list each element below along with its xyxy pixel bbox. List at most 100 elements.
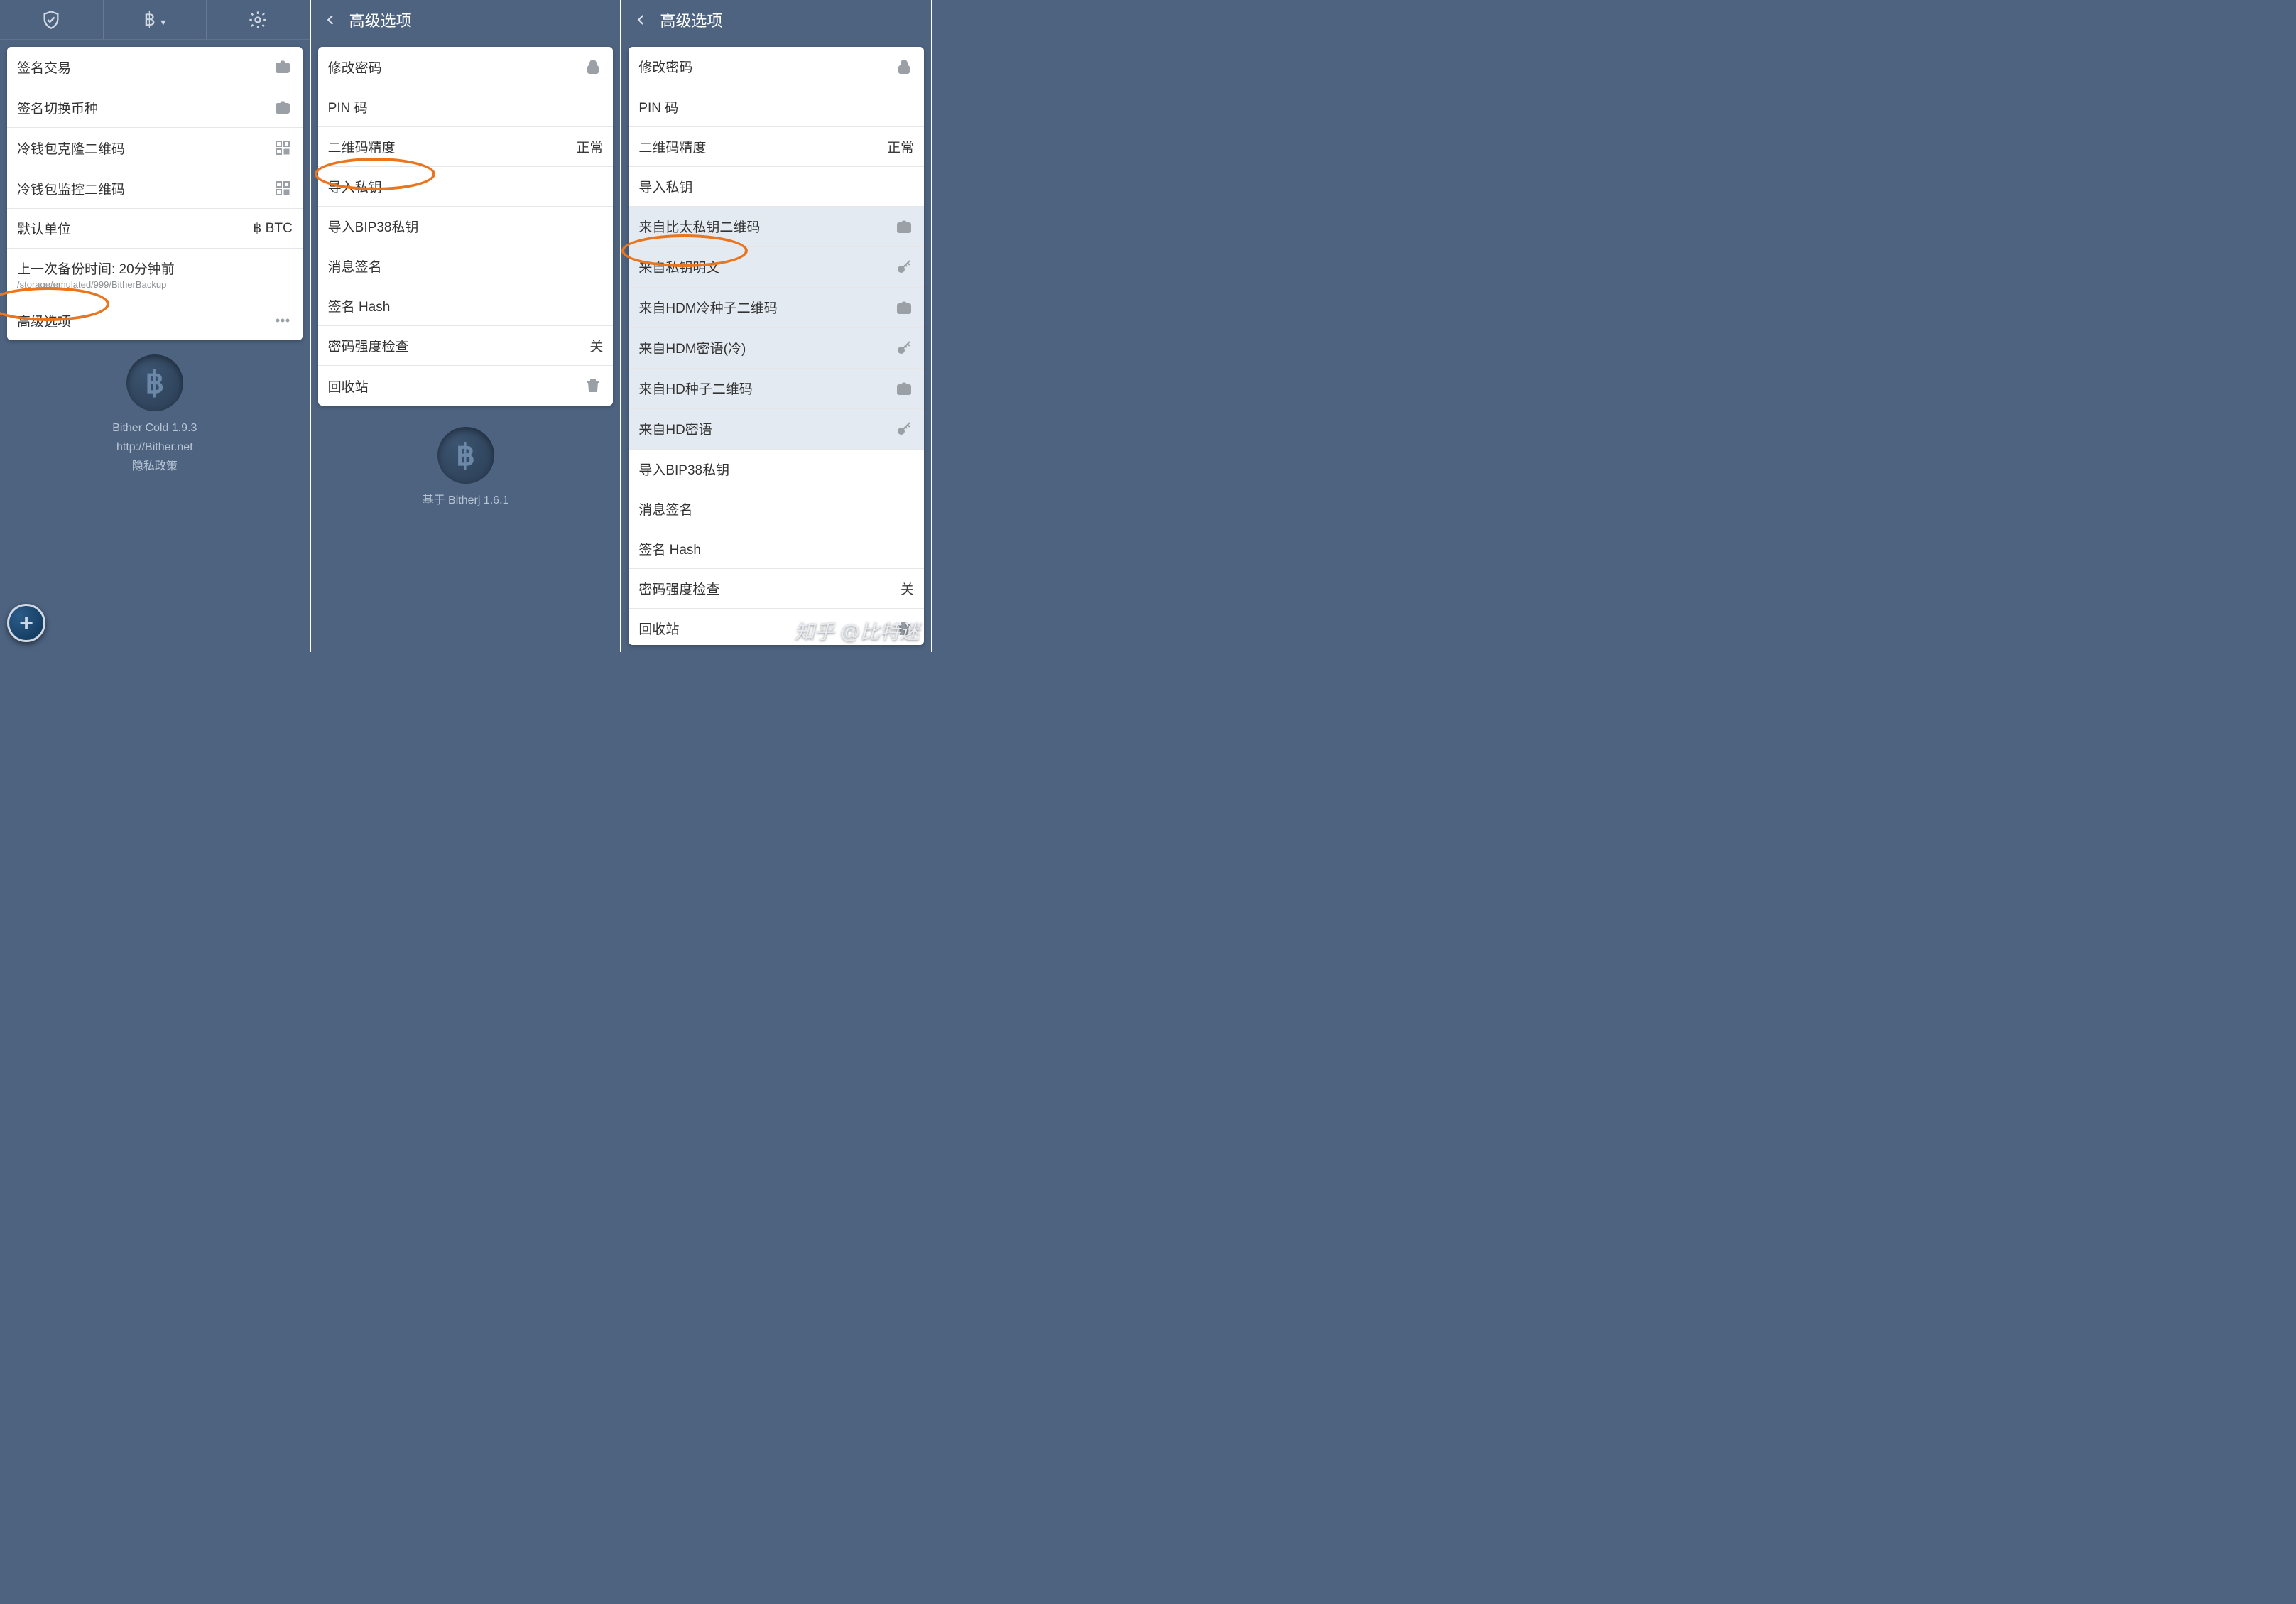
tab-bitcoin[interactable]: ฿ ▾ bbox=[104, 0, 207, 39]
tab-shield[interactable] bbox=[0, 0, 104, 39]
row-label: 上一次备份时间: 20分钟前 bbox=[17, 259, 293, 278]
privacy-link[interactable]: 隐私政策 bbox=[0, 457, 310, 476]
row-value: 正常 bbox=[887, 137, 914, 156]
row-label: 来自HD种子二维码 bbox=[638, 379, 894, 398]
title: 高级选项 bbox=[660, 9, 722, 31]
row-label: 签名交易 bbox=[17, 58, 273, 77]
qr-icon bbox=[273, 138, 293, 158]
titlebar: 高级选项 bbox=[621, 0, 931, 40]
row-label: 高级选项 bbox=[17, 311, 273, 330]
row-label: 密码强度检查 bbox=[328, 336, 590, 355]
add-button[interactable]: + bbox=[7, 604, 45, 642]
advanced-row[interactable]: 消息签名 bbox=[318, 246, 614, 286]
advanced2-row[interactable]: 签名 Hash bbox=[629, 529, 924, 569]
advanced-row[interactable]: 密码强度检查关 bbox=[318, 326, 614, 366]
settings-row[interactable]: 签名切换币种 bbox=[7, 87, 303, 128]
row-label: 冷钱包克隆二维码 bbox=[17, 139, 273, 158]
advanced2-row[interactable]: 密码强度检查关 bbox=[629, 569, 924, 609]
row-label: 修改密码 bbox=[328, 58, 584, 77]
row-label: 签名 Hash bbox=[638, 539, 914, 558]
advanced2-row[interactable]: 导入私钥 bbox=[629, 167, 924, 207]
advanced-row[interactable]: 修改密码 bbox=[318, 47, 614, 87]
settings-row[interactable]: 高级选项 bbox=[7, 300, 303, 340]
advanced-row[interactable]: 二维码精度正常 bbox=[318, 127, 614, 167]
row-label: 导入私钥 bbox=[328, 177, 604, 196]
row-value: 关 bbox=[589, 336, 603, 355]
camera-icon bbox=[273, 57, 293, 77]
advanced2-row[interactable]: 二维码精度正常 bbox=[629, 127, 924, 167]
row-label: 来自HDM冷种子二维码 bbox=[638, 298, 894, 317]
key-icon bbox=[894, 257, 914, 277]
row-label: 来自私钥明文 bbox=[638, 257, 894, 276]
advanced2-row[interactable]: 导入BIP38私钥 bbox=[629, 450, 924, 489]
row-value: 正常 bbox=[576, 137, 603, 156]
row-label: 签名切换币种 bbox=[17, 98, 273, 117]
lock-icon bbox=[894, 57, 914, 77]
camera-icon bbox=[894, 217, 914, 237]
row-label: 二维码精度 bbox=[328, 137, 577, 156]
pane-advanced-2: 高级选项 修改密码PIN 码二维码精度正常导入私钥来自比太私钥二维码来自私钥明文… bbox=[621, 0, 932, 652]
row-sublabel: /storage/emulated/999/BitherBackup bbox=[17, 279, 293, 290]
row-label: 签名 Hash bbox=[328, 296, 604, 315]
advanced-card: 修改密码 PIN 码二维码精度正常导入私钥导入BIP38私钥消息签名签名 Hash… bbox=[318, 47, 614, 406]
key-icon bbox=[894, 419, 914, 439]
advanced-row[interactable]: 回收站 bbox=[318, 366, 614, 406]
row-label: PIN 码 bbox=[328, 97, 604, 116]
settings-row[interactable]: 签名交易 bbox=[7, 47, 303, 87]
footer2: ฿ 基于 Bitherj 1.6.1 bbox=[311, 427, 621, 510]
row-label: 修改密码 bbox=[638, 57, 894, 76]
watermark: 知乎 @比特迷 bbox=[795, 617, 920, 645]
row-label: 冷钱包监控二维码 bbox=[17, 179, 273, 198]
advanced2-row[interactable]: 修改密码 bbox=[629, 47, 924, 87]
row-value: ฿ BTC bbox=[253, 220, 292, 237]
advanced-row[interactable]: 签名 Hash bbox=[318, 286, 614, 326]
row-label: 默认单位 bbox=[17, 219, 253, 238]
settings-row[interactable]: 默认单位฿ BTC bbox=[7, 209, 303, 249]
row-label: 消息签名 bbox=[328, 256, 604, 276]
advanced-expanded-card: 修改密码PIN 码二维码精度正常导入私钥来自比太私钥二维码来自私钥明文来自HDM… bbox=[629, 47, 924, 645]
row-label: 密码强度检查 bbox=[638, 579, 901, 598]
advanced2-row[interactable]: PIN 码 bbox=[629, 87, 924, 127]
tab-gear[interactable] bbox=[207, 0, 310, 39]
more-icon bbox=[273, 310, 293, 330]
camera-icon bbox=[894, 379, 914, 399]
row-label: 导入BIP38私钥 bbox=[638, 460, 914, 479]
camera-icon bbox=[894, 298, 914, 318]
settings-row[interactable]: 冷钱包克隆二维码 bbox=[7, 128, 303, 168]
row-label: 二维码精度 bbox=[638, 137, 887, 156]
back-button[interactable] bbox=[627, 6, 655, 34]
tabbar: ฿ ▾ bbox=[0, 0, 310, 40]
advanced2-row[interactable]: 来自私钥明文 bbox=[629, 247, 924, 288]
advanced-row[interactable]: PIN 码 bbox=[318, 87, 614, 127]
row-label: 来自比太私钥二维码 bbox=[638, 217, 894, 236]
row-label: 回收站 bbox=[328, 376, 584, 396]
row-label: 来自HD密语 bbox=[638, 419, 894, 438]
settings-row[interactable]: 上一次备份时间: 20分钟前/storage/emulated/999/Bith… bbox=[7, 249, 303, 300]
row-label: 导入BIP38私钥 bbox=[328, 217, 604, 236]
titlebar: 高级选项 bbox=[311, 0, 621, 40]
row-label: 来自HDM密语(冷) bbox=[638, 338, 894, 357]
advanced2-row[interactable]: 来自HDM冷种子二维码 bbox=[629, 288, 924, 328]
back-button[interactable] bbox=[317, 6, 345, 34]
settings-card: 签名交易签名切换币种冷钱包克隆二维码冷钱包监控二维码默认单位฿ BTC上一次备份… bbox=[7, 47, 303, 340]
row-value: 关 bbox=[901, 579, 914, 598]
advanced2-row[interactable]: 消息签名 bbox=[629, 489, 924, 529]
settings-row[interactable]: 冷钱包监控二维码 bbox=[7, 168, 303, 209]
bitcoin-logo-icon: ฿ bbox=[437, 427, 494, 484]
key-icon bbox=[894, 338, 914, 358]
advanced2-row[interactable]: 来自HD密语 bbox=[629, 409, 924, 450]
advanced2-row[interactable]: 来自比太私钥二维码 bbox=[629, 207, 924, 247]
trash-icon bbox=[583, 376, 603, 396]
app-url[interactable]: http://Bither.net bbox=[0, 438, 310, 457]
title: 高级选项 bbox=[349, 9, 412, 31]
pane-advanced-1: 高级选项 修改密码 PIN 码二维码精度正常导入私钥导入BIP38私钥消息签名签名… bbox=[311, 0, 622, 652]
camera-icon bbox=[273, 97, 293, 117]
footer: ฿ Bither Cold 1.9.3 http://Bither.net 隐私… bbox=[0, 354, 310, 477]
advanced-row[interactable]: 导入私钥 bbox=[318, 167, 614, 207]
pane-settings-main: ฿ ▾ 签名交易签名切换币种冷钱包克隆二维码冷钱包监控二维码默认单位฿ BTC上… bbox=[0, 0, 311, 652]
based-on: 基于 Bitherj 1.6.1 bbox=[311, 491, 621, 510]
advanced-row[interactable]: 导入BIP38私钥 bbox=[318, 207, 614, 246]
advanced2-row[interactable]: 来自HD种子二维码 bbox=[629, 369, 924, 409]
advanced2-row[interactable]: 来自HDM密语(冷) bbox=[629, 328, 924, 369]
qr-icon bbox=[273, 178, 293, 198]
